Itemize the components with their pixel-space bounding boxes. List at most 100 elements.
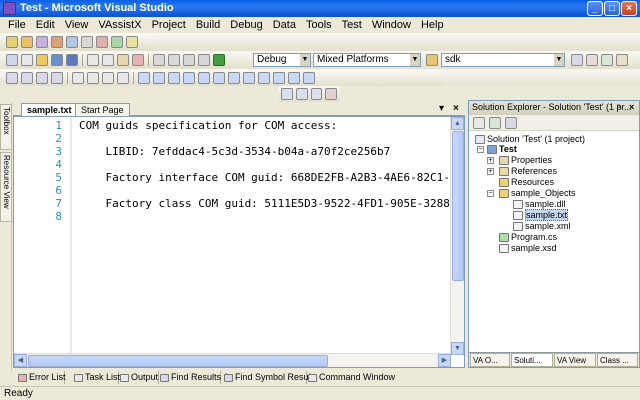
paste-icon[interactable] <box>117 54 129 66</box>
tab-task-list[interactable]: Task List <box>73 371 120 384</box>
table-icon[interactable] <box>295 88 308 100</box>
tree-item-program-cs[interactable]: Program.cs <box>499 232 557 243</box>
scrollbar-thumb[interactable] <box>28 355 328 367</box>
cut-icon[interactable] <box>87 54 99 66</box>
bookmark-next-icon[interactable] <box>168 72 180 84</box>
menu-tools[interactable]: Tools <box>301 19 337 31</box>
scroll-right-icon[interactable]: ▶ <box>438 354 451 367</box>
check-icon[interactable] <box>6 36 18 48</box>
minimize-button[interactable]: _ <box>587 1 603 16</box>
menu-edit[interactable]: Edit <box>31 19 60 31</box>
menu-debug[interactable]: Debug <box>225 19 267 31</box>
tab-va-outline[interactable]: VA O... <box>470 353 510 367</box>
tab-find-symbol-results[interactable]: Find Symbol Results <box>223 371 318 384</box>
member-list-icon[interactable] <box>6 72 18 84</box>
uncomment-icon[interactable] <box>117 72 129 84</box>
spell-check-icon[interactable] <box>111 36 123 48</box>
comment-icon[interactable] <box>126 36 138 48</box>
navigate-forward-icon[interactable] <box>198 54 210 66</box>
start-debugging-icon[interactable] <box>213 54 225 66</box>
tree-item-resources[interactable]: Resources <box>499 177 554 188</box>
new-project-icon[interactable] <box>6 54 18 66</box>
menu-project[interactable]: Project <box>147 19 191 31</box>
solution-explorer-icon[interactable] <box>571 54 583 66</box>
navigate-back-icon[interactable] <box>183 54 195 66</box>
tab-start-page[interactable]: Start Page <box>75 103 130 116</box>
find-in-files-icon[interactable] <box>426 54 438 66</box>
tree-item-project[interactable]: Test <box>487 144 517 155</box>
menu-data[interactable]: Data <box>268 19 301 31</box>
tab-output[interactable]: Output <box>119 371 159 384</box>
horizontal-scrollbar[interactable]: ◀ ▶ <box>14 353 451 367</box>
tree-item-properties[interactable]: Properties <box>499 155 552 166</box>
open-folder-icon[interactable] <box>21 36 33 48</box>
collapse-icon[interactable]: − <box>487 190 494 197</box>
tree-item-sample-xml[interactable]: sample.xml <box>513 221 571 232</box>
bookmark-clear-icon[interactable] <box>183 72 195 84</box>
save-icon[interactable] <box>51 54 63 66</box>
tab-class-view[interactable]: Class ... <box>597 353 638 367</box>
refresh-icon[interactable] <box>505 117 517 129</box>
comment-out-icon[interactable] <box>102 72 114 84</box>
undo-icon[interactable] <box>153 54 165 66</box>
tab-va-view[interactable]: VA View <box>554 353 596 367</box>
find-combo[interactable]: sdk ▼ <box>441 53 565 67</box>
delete-icon[interactable] <box>132 54 144 66</box>
open-icon[interactable] <box>36 54 48 66</box>
menu-test[interactable]: Test <box>337 19 367 31</box>
outdent-icon[interactable] <box>72 72 84 84</box>
center-icon[interactable] <box>273 72 285 84</box>
scroll-left-icon[interactable]: ◀ <box>14 354 27 367</box>
expand-icon[interactable]: + <box>487 168 494 175</box>
platform-select[interactable]: Mixed Platforms ▼ <box>313 53 421 67</box>
menu-help[interactable]: Help <box>416 19 449 31</box>
object-browser-icon[interactable] <box>601 54 613 66</box>
expand-icon[interactable]: + <box>487 157 494 164</box>
size-icon[interactable] <box>243 72 255 84</box>
spacing-icon[interactable] <box>258 72 270 84</box>
chevron-down-icon[interactable]: ▾ <box>439 103 444 114</box>
grid-icon[interactable] <box>281 88 293 100</box>
close-document-icon[interactable]: × <box>453 103 459 114</box>
copy-icon[interactable] <box>102 54 114 66</box>
tab-error-list[interactable]: Error List <box>17 371 66 384</box>
bookmark-icon[interactable] <box>138 72 150 84</box>
open-file-icon[interactable] <box>36 36 48 48</box>
menu-view[interactable]: View <box>60 19 94 31</box>
show-all-files-icon[interactable] <box>489 117 501 129</box>
text-editor[interactable]: 1 2 3 4 5 6 7 8 COM guids specification … <box>13 116 465 368</box>
properties-icon[interactable] <box>586 54 598 66</box>
tab-command-window[interactable]: Command Window <box>307 371 395 384</box>
close-button[interactable]: × <box>621 1 637 16</box>
tab-order-icon[interactable] <box>228 72 240 84</box>
save-all-icon[interactable] <box>66 54 78 66</box>
tree-item-references[interactable]: References <box>499 166 557 177</box>
properties-icon[interactable] <box>473 117 485 129</box>
scrollbar-thumb[interactable] <box>452 131 464 281</box>
indent-icon[interactable] <box>87 72 99 84</box>
resource-view-tab[interactable]: Resource View <box>0 152 12 222</box>
parameter-info-icon[interactable] <box>21 72 33 84</box>
redo-icon[interactable] <box>168 54 180 66</box>
remove-icon[interactable] <box>325 88 337 100</box>
find-references-icon[interactable] <box>96 36 108 48</box>
snap-icon[interactable] <box>310 88 323 100</box>
lock-icon[interactable] <box>303 72 315 84</box>
menu-file[interactable]: File <box>3 19 31 31</box>
align-icon[interactable] <box>213 72 225 84</box>
toolbox-icon[interactable] <box>616 54 628 66</box>
menu-build[interactable]: Build <box>191 19 225 31</box>
configuration-select[interactable]: Debug ▼ <box>253 53 311 67</box>
complete-word-icon[interactable] <box>51 72 63 84</box>
tab-solution-explorer[interactable]: Soluti... <box>511 353 553 367</box>
collapse-icon[interactable]: − <box>477 146 484 153</box>
bookmark-prev-icon[interactable] <box>153 72 165 84</box>
tab-sample-txt[interactable]: sample.txt <box>21 103 78 117</box>
scroll-up-icon[interactable]: ▲ <box>451 117 464 130</box>
format-icon[interactable] <box>198 72 210 84</box>
symbol-icon[interactable] <box>51 36 63 48</box>
tree-item-sample-txt[interactable]: sample.txt <box>513 209 569 221</box>
order-icon[interactable] <box>288 72 300 84</box>
scroll-down-icon[interactable]: ▼ <box>451 342 464 355</box>
refactor-icon[interactable] <box>81 36 93 48</box>
